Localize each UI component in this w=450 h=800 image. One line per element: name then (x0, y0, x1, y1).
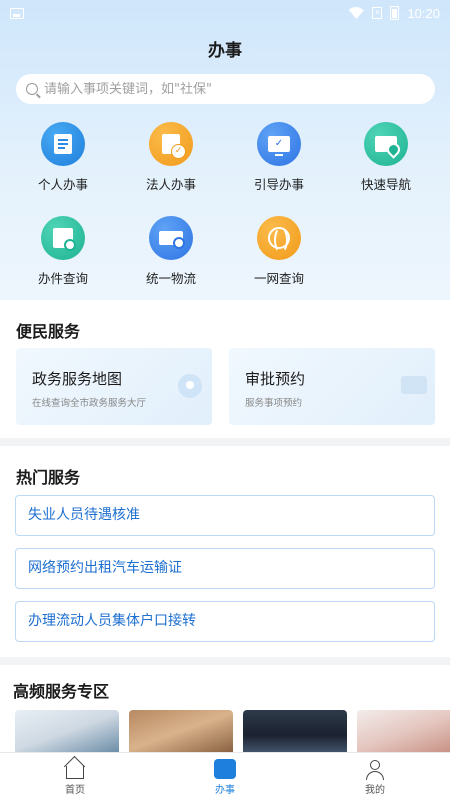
work-icon (214, 759, 236, 779)
grid-item-label: 快速导航 (360, 177, 411, 192)
hot-service-item[interactable]: 办理流动人员集体户口接转 (15, 601, 435, 642)
monitor-check-icon: ✓ (257, 122, 301, 166)
truck-search-icon (149, 216, 193, 260)
grid-item-label: 法人办事 (145, 177, 196, 192)
card-location-icon (364, 122, 408, 166)
consultation-photo[interactable] (357, 710, 450, 752)
section-divider (0, 438, 450, 446)
grid-item-navigation[interactable]: 快速导航 (341, 122, 431, 193)
grid-item-case-query[interactable]: 办件查询 (18, 216, 108, 287)
elderly-care-photo[interactable] (129, 710, 233, 752)
bottom-tab-bar: 首页 办事 我的 (0, 752, 450, 800)
grid-item-label: 个人办事 (37, 177, 88, 192)
grid-item-logistics[interactable]: 统一物流 (126, 216, 216, 287)
tab-label: 首页 (65, 785, 85, 796)
tab-label: 我的 (365, 785, 385, 796)
grid-item-personal[interactable]: 个人办事 (18, 122, 108, 193)
grid-item-label: 统一物流 (145, 271, 196, 286)
medical-photo[interactable] (15, 710, 119, 752)
convenience-section-title: 便民服务 (16, 322, 81, 341)
tab-home[interactable]: 首页 (0, 753, 150, 800)
frequent-services-carousel[interactable] (15, 710, 450, 752)
grid-item-label: 引导办事 (253, 177, 304, 192)
badge-check-icon (149, 122, 193, 166)
appointment-card[interactable]: 审批预约 服务事项预约 (229, 348, 435, 425)
briefcase-icon (401, 376, 427, 394)
globe-location-icon (257, 216, 301, 260)
no-sim-icon: × (372, 7, 383, 19)
grid-item-label: 办件查询 (37, 271, 88, 286)
hot-service-item[interactable]: 失业人员待遇核准 (15, 495, 435, 536)
status-bar: × 10:20 (0, 0, 450, 26)
search-bar[interactable] (16, 74, 435, 104)
section-divider (0, 657, 450, 665)
hot-section-title: 热门服务 (16, 468, 81, 487)
grid-item-guide[interactable]: ✓ 引导办事 (234, 122, 324, 193)
hot-service-item[interactable]: 网络预约出租汽车运输证 (15, 548, 435, 589)
wifi-icon (348, 7, 364, 19)
search-input[interactable] (44, 81, 404, 97)
card-subtitle: 服务事项预约 (245, 398, 303, 409)
image-notification-icon (10, 7, 24, 19)
grid-item-label: 一网查询 (253, 271, 304, 286)
map-pin-icon (178, 374, 202, 398)
service-map-card[interactable]: 政务服务地图 在线查询全市政务服务大厅 (16, 348, 212, 425)
grid-item-unified-query[interactable]: 一网查询 (234, 216, 324, 287)
person-icon (364, 759, 386, 780)
grid-item-legal[interactable]: 法人办事 (126, 122, 216, 193)
tab-me[interactable]: 我的 (300, 753, 450, 800)
tab-work[interactable]: 办事 (150, 753, 300, 800)
frequent-section-title: 高频服务专区 (13, 682, 110, 701)
search-icon (26, 83, 38, 95)
tab-label: 办事 (215, 785, 235, 796)
battery-icon (390, 6, 400, 20)
home-icon (64, 759, 86, 779)
doc-search-icon (41, 216, 85, 260)
list-doc-icon (41, 122, 85, 166)
page-title: 办事 (208, 41, 242, 61)
status-time: 10:20 (407, 5, 440, 21)
police-photo[interactable] (243, 710, 347, 752)
